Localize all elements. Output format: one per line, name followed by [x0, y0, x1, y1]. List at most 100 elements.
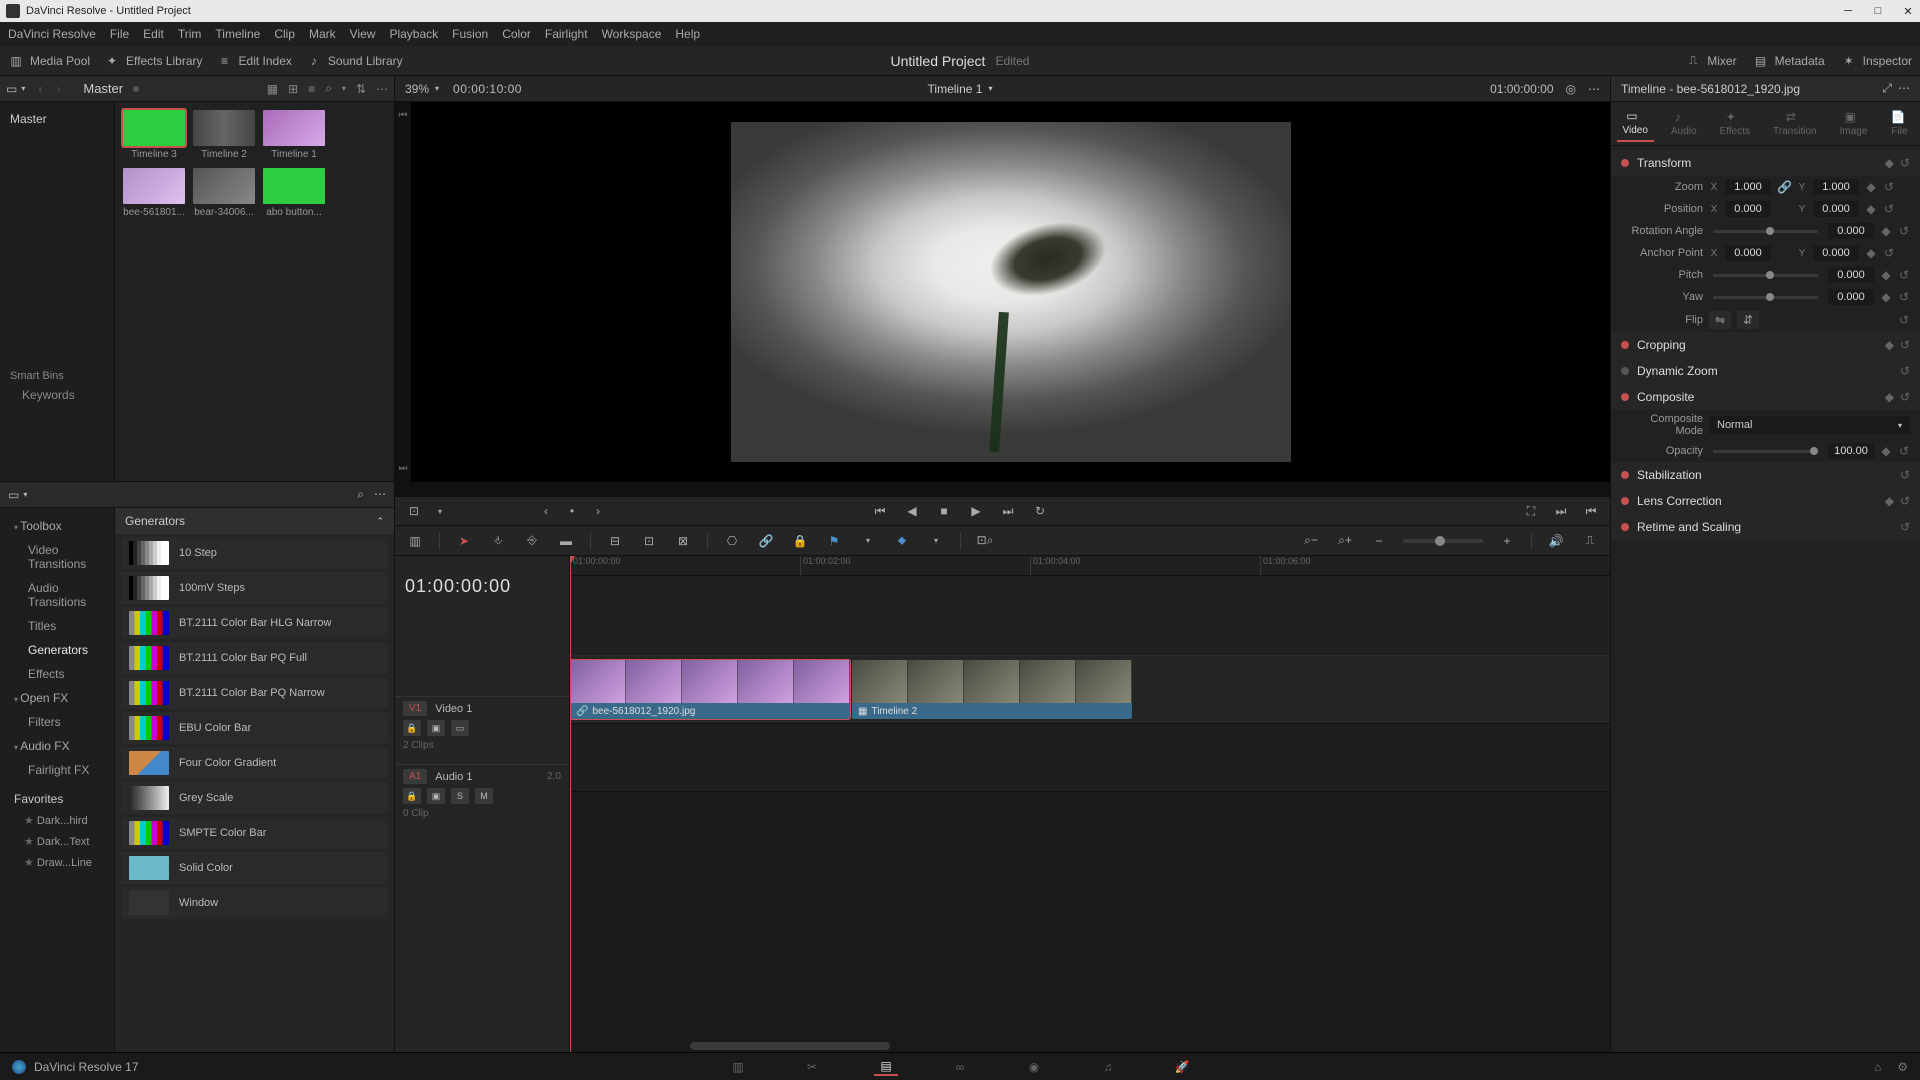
lock-toggle[interactable]: 🔒 [790, 531, 810, 551]
section-dynamic-zoom[interactable]: Dynamic Zoom↺ [1611, 358, 1920, 384]
section-stabilization[interactable]: Stabilization↺ [1611, 462, 1920, 488]
inspector-tab-transition[interactable]: ⇄Transition [1767, 106, 1823, 141]
inspector-tab-file[interactable]: 📄File [1884, 106, 1914, 141]
clip-item[interactable]: Timeline 2 [193, 110, 255, 160]
track-badge-a1[interactable]: A1 [403, 769, 427, 784]
opacity-input[interactable] [1828, 443, 1874, 459]
cat-openfx[interactable]: Open FX [4, 686, 110, 710]
edit-index-toggle[interactable]: ≡Edit Index [217, 53, 292, 69]
chevron-down-icon[interactable]: ▾ [926, 531, 946, 551]
reset-icon[interactable]: ↺ [1900, 390, 1910, 404]
list-view[interactable]: ≡ [308, 82, 315, 96]
playhead[interactable] [570, 556, 571, 1052]
pitch-slider[interactable] [1713, 274, 1818, 277]
keyframe-icon[interactable]: ◆ [1880, 224, 1892, 238]
track-lock[interactable]: 🔒 [403, 720, 421, 736]
skip-end-icon[interactable]: ⏭ [395, 463, 411, 474]
zoom-y-input[interactable] [1813, 179, 1859, 195]
keyframe-icon[interactable]: ◆ [1865, 246, 1877, 260]
chevron-down-icon[interactable]: ▾ [431, 502, 449, 520]
sort-icon[interactable]: ⇅ [356, 82, 366, 96]
reset-icon[interactable]: ↺ [1898, 290, 1910, 304]
maximize-button[interactable]: □ [1872, 5, 1884, 17]
menu-clip[interactable]: Clip [274, 27, 295, 41]
menu-timeline[interactable]: Timeline [215, 27, 260, 41]
smart-bin-keywords[interactable]: Keywords [10, 382, 104, 402]
options-icon[interactable]: ⋯ [376, 82, 388, 96]
track-badge-v1[interactable]: V1 [403, 701, 427, 716]
menu-edit[interactable]: Edit [143, 27, 164, 41]
page-cut[interactable]: ✂ [800, 1058, 824, 1076]
generator-item[interactable]: Solid Color [121, 852, 388, 884]
timeline-ruler[interactable]: 01:00:00:0001:00:02:0001:00:04:0001:00:0… [570, 556, 1610, 576]
reset-icon[interactable]: ↺ [1898, 268, 1910, 282]
reset-icon[interactable]: ↺ [1898, 444, 1910, 458]
section-composite[interactable]: Composite◆↺ [1611, 384, 1920, 410]
enable-dot[interactable] [1621, 393, 1629, 401]
grid-view[interactable]: ⊞ [288, 82, 298, 96]
generator-item[interactable]: BT.2111 Color Bar HLG Narrow [121, 607, 388, 639]
effects-view-dropdown[interactable]: ▭▾ [8, 488, 27, 502]
generator-item[interactable]: SMPTE Color Bar [121, 817, 388, 849]
reset-icon[interactable]: ↺ [1900, 468, 1910, 482]
clip-item[interactable]: bear-34006... [193, 168, 255, 218]
anchor-y-input[interactable] [1813, 245, 1859, 261]
reset-icon[interactable]: ↺ [1883, 180, 1895, 194]
reset-icon[interactable]: ↺ [1900, 520, 1910, 534]
go-last-button[interactable]: ⏭ [999, 502, 1017, 520]
reset-icon[interactable]: ↺ [1900, 156, 1910, 170]
page-fusion[interactable]: ∞ [948, 1058, 972, 1076]
rotation-input[interactable] [1828, 223, 1874, 239]
track-auto-select[interactable]: ▣ [427, 788, 445, 804]
section-lens-correction[interactable]: Lens Correction◆↺ [1611, 488, 1920, 514]
keyframe-icon[interactable]: ◆ [1880, 268, 1892, 282]
timeline-clip[interactable]: 🔗bee-5618012_1920.jpg [570, 660, 850, 719]
rotation-slider[interactable] [1713, 230, 1818, 233]
reset-icon[interactable]: ↺ [1898, 224, 1910, 238]
blade-tool[interactable]: ▬ [556, 531, 576, 551]
options-icon[interactable]: ⋯ [374, 487, 386, 502]
zoom-slider[interactable] [1403, 539, 1483, 543]
generator-item[interactable]: Grey Scale [121, 782, 388, 814]
timeline-scrollbar[interactable] [690, 1042, 890, 1050]
search-icon[interactable]: ⌕ [325, 81, 332, 96]
reverse-button[interactable]: ◀ [903, 502, 921, 520]
cat-generators[interactable]: Generators [4, 638, 110, 662]
cat-fairlight-fx[interactable]: Fairlight FX [4, 758, 110, 782]
zoom-x-input[interactable] [1725, 179, 1771, 195]
reset-icon[interactable]: ↺ [1900, 364, 1910, 378]
track-disable[interactable]: ▭ [451, 720, 469, 736]
link-icon[interactable]: 🔗 [1777, 180, 1791, 194]
composite-mode-dropdown[interactable]: Normal▾ [1709, 416, 1910, 434]
settings-icon[interactable]: ⚙ [1897, 1060, 1908, 1074]
section-retime[interactable]: Retime and Scaling↺ [1611, 514, 1920, 540]
viewer-canvas[interactable] [411, 102, 1610, 482]
section-cropping[interactable]: Cropping◆↺ [1611, 332, 1920, 358]
inspector-tab-video[interactable]: ▭Video [1617, 105, 1654, 142]
chevron-down-icon[interactable]: ▾ [342, 84, 346, 93]
reset-icon[interactable]: ↺ [1900, 494, 1910, 508]
track-lock[interactable]: 🔒 [403, 788, 421, 804]
page-deliver[interactable]: 🚀 [1170, 1058, 1194, 1076]
clip-item[interactable]: Timeline 3 [123, 110, 185, 160]
video-track-header[interactable]: V1Video 1 🔒 ▣ ▭ 2 Clips [395, 696, 569, 764]
stop-button[interactable]: ■ [935, 502, 953, 520]
selection-tool[interactable]: ➤ [454, 531, 474, 551]
cat-audiofx[interactable]: Audio FX [4, 734, 110, 758]
cat-video-transitions[interactable]: Video Transitions [4, 538, 110, 576]
favorite-item[interactable]: Dark...Text [4, 831, 110, 852]
generator-item[interactable]: BT.2111 Color Bar PQ Narrow [121, 677, 388, 709]
chevron-down-icon[interactable]: ▾ [988, 84, 992, 93]
media-pool-toggle[interactable]: ▥Media Pool [8, 53, 90, 69]
cat-audio-transitions[interactable]: Audio Transitions [4, 576, 110, 614]
menu-workspace[interactable]: Workspace [602, 27, 662, 41]
keyframe-icon[interactable]: ◆ [1880, 290, 1892, 304]
menu-trim[interactable]: Trim [178, 27, 202, 41]
flip-h-button[interactable]: ⇋ [1709, 311, 1731, 329]
dynamic-trim-tool[interactable]: ⎆ [522, 531, 542, 551]
yaw-input[interactable] [1828, 289, 1874, 305]
menu-fairlight[interactable]: Fairlight [545, 27, 588, 41]
generator-item[interactable]: 10 Step [121, 537, 388, 569]
replace-clip-button[interactable]: ⊠ [673, 531, 693, 551]
bypass-icon[interactable]: ◎ [1566, 82, 1576, 96]
